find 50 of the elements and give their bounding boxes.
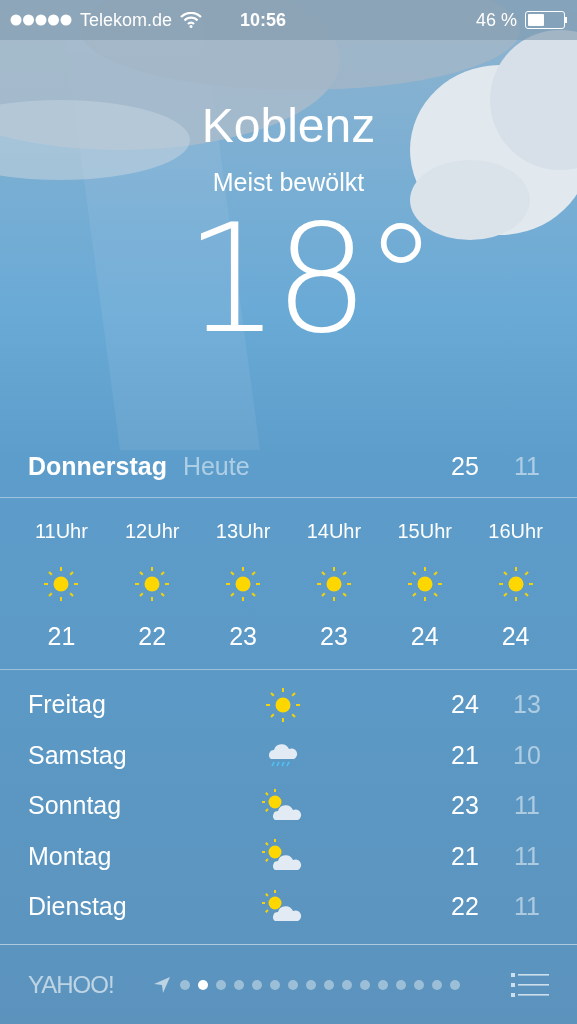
weekday-label: Freitag <box>28 689 107 720</box>
low-temperature: 11 <box>513 840 541 872</box>
high-temperature: 21 <box>450 739 480 771</box>
high-temperature: 22 <box>450 891 480 922</box>
hour-label: 15Uhr <box>397 518 452 544</box>
low-temperature: 11 <box>513 450 541 482</box>
hour-label: 16Uhr <box>488 518 543 544</box>
low-temperature: 11 <box>513 790 541 821</box>
battery-icon <box>525 11 567 29</box>
high-temperature: 24 <box>450 689 480 720</box>
hourly-temperature: 23 <box>229 620 257 652</box>
battery-percentage: 46 % <box>475 8 517 32</box>
list-icon[interactable] <box>511 972 549 997</box>
hourly-temperature: 21 <box>47 620 76 652</box>
low-temperature: 11 <box>513 891 541 922</box>
hourly-temperature: 23 <box>320 620 348 652</box>
sun-icon <box>43 565 80 602</box>
signal-strength-icon <box>10 14 72 26</box>
clock-time: 10:56 <box>240 8 287 32</box>
weekday-label: Dienstag <box>28 891 128 922</box>
sun-icon <box>225 565 262 602</box>
sun-icon <box>406 565 443 602</box>
weekday-label: Samstag <box>28 739 128 771</box>
sun-icon <box>134 565 171 602</box>
weekday-label: Sonntag <box>28 790 123 821</box>
today-label: Heute <box>182 450 250 482</box>
low-temperature: 10 <box>512 739 542 771</box>
hour-label: 12Uhr <box>125 518 180 544</box>
weekday-label: Montag <box>28 840 113 872</box>
weather-condition: Meist bewölkt <box>212 167 365 198</box>
brand-logo: YAHOO! <box>28 969 115 1000</box>
hourly-temperature: 24 <box>501 620 530 652</box>
hour-label: 13Uhr <box>215 518 271 544</box>
wifi-icon <box>180 12 203 28</box>
location-arrow-icon <box>154 976 170 993</box>
low-temperature: 13 <box>512 689 542 720</box>
current-temperature: 18° <box>183 203 433 354</box>
sun-icon <box>315 565 352 602</box>
hourly-temperature: 22 <box>138 620 167 652</box>
carrier-name: Telekom.de <box>80 8 173 32</box>
sun-icon <box>265 686 301 723</box>
high-temperature: 23 <box>450 790 480 821</box>
hourly-temperature: 24 <box>410 620 439 652</box>
high-temperature: 25 <box>450 450 480 482</box>
weekday-label: Donnerstag <box>28 450 167 482</box>
high-temperature: 21 <box>450 840 480 872</box>
sun-icon <box>497 565 534 602</box>
hour-label: 14Uhr <box>306 518 362 544</box>
hour-label: 11Uhr <box>34 518 88 544</box>
city-name: Koblenz <box>201 102 376 150</box>
